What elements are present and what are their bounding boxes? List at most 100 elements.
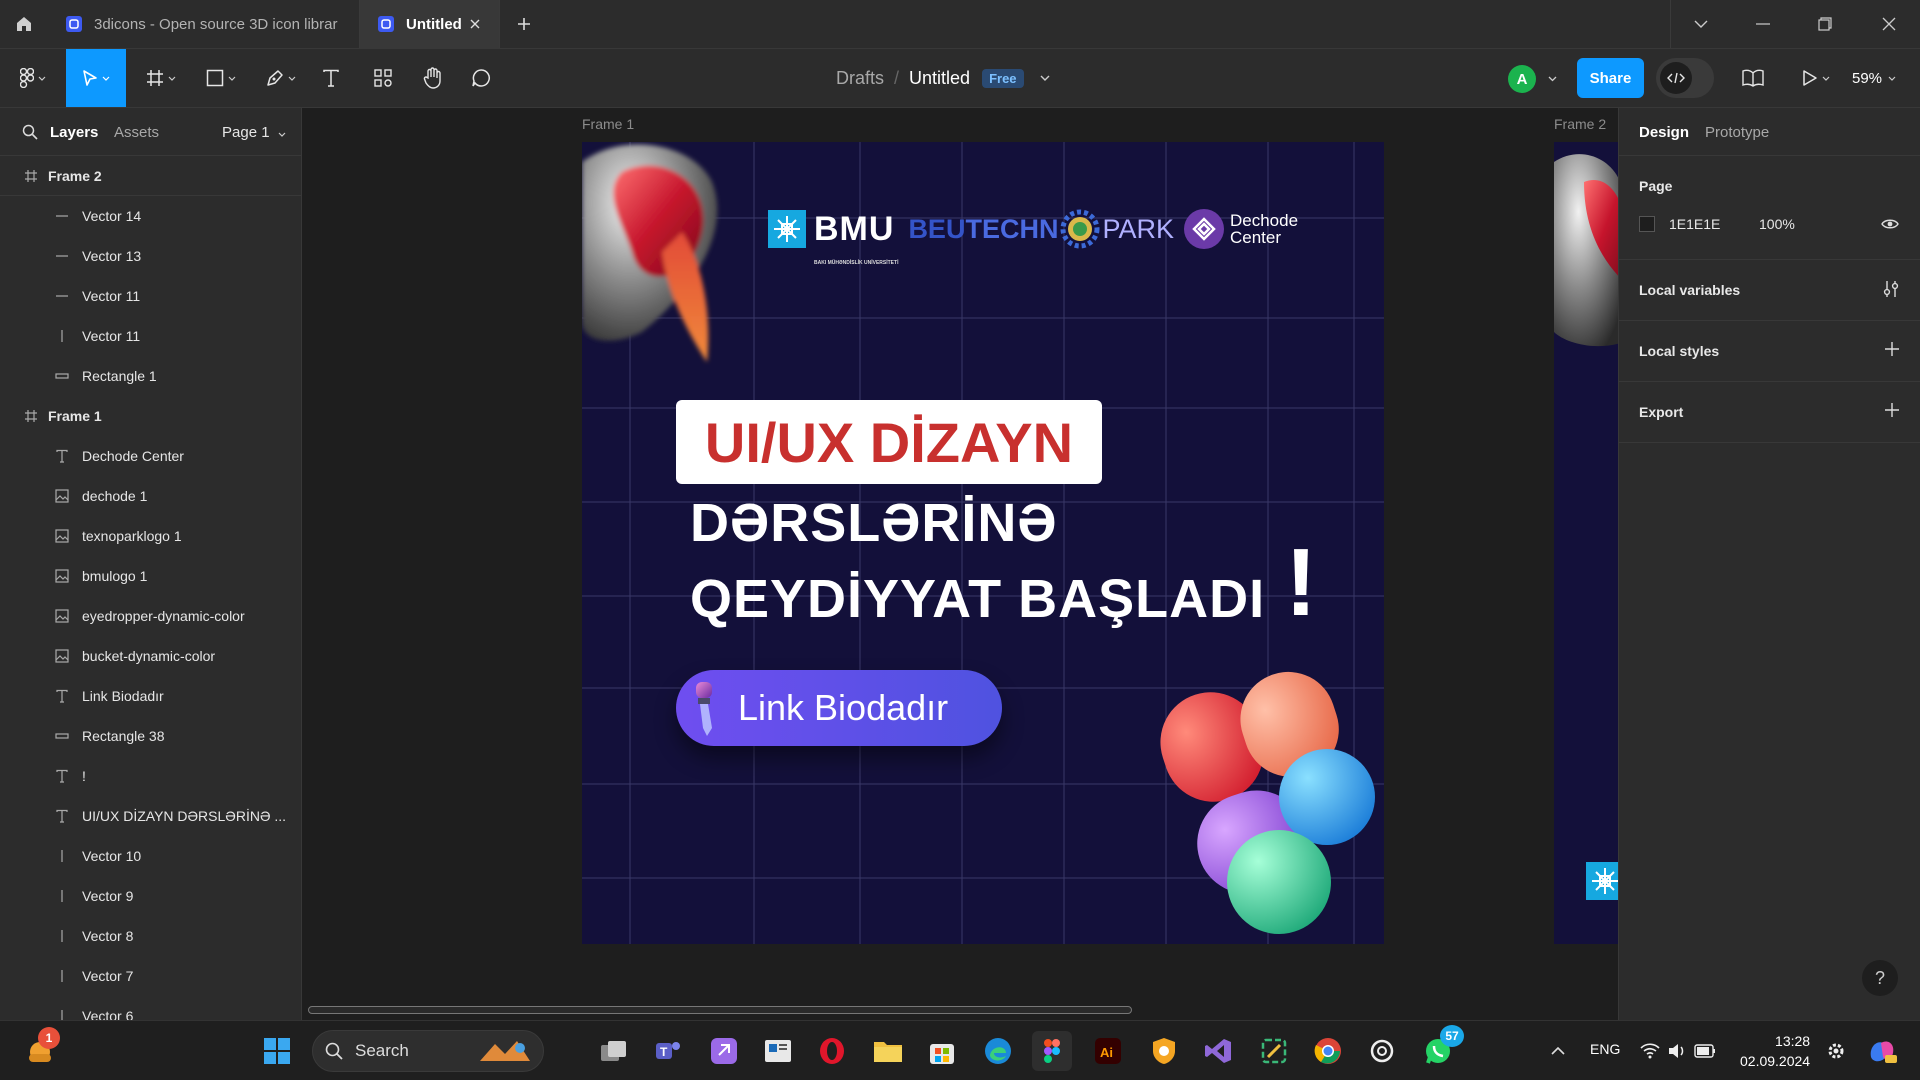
opera-app[interactable] [812, 1031, 852, 1071]
chevron-down-icon[interactable] [1548, 76, 1557, 82]
layer-row[interactable]: bmulogo 1 [0, 556, 301, 596]
layer-row[interactable]: UI/UX DİZAYN DƏRSLƏRİNƏ ... [0, 796, 301, 836]
language-indicator[interactable]: ENG [1590, 1041, 1620, 1057]
variables-settings-icon[interactable] [1882, 280, 1900, 298]
store-app[interactable] [922, 1031, 962, 1071]
frame-label[interactable]: Frame 2 [1554, 116, 1606, 132]
settings-tray-button[interactable] [1816, 1031, 1856, 1071]
openai-app[interactable] [1362, 1031, 1402, 1071]
page-color-swatch[interactable] [1639, 216, 1655, 232]
canvas[interactable]: Frame 1 Frame 2 BMU BAKI MÜHƏNDİSLİK UNİ… [302, 108, 1618, 1020]
tab-untitled[interactable]: Untitled [360, 0, 500, 48]
layer-row[interactable]: texnoparklogo 1 [0, 516, 301, 556]
task-view-button[interactable] [594, 1031, 634, 1071]
avatar[interactable]: A [1508, 65, 1536, 93]
layer-row[interactable]: Vector 7 [0, 956, 301, 996]
layer-row[interactable]: Vector 13 [0, 236, 301, 276]
layer-row[interactable]: Dechode Center [0, 436, 301, 476]
shape-tool-button[interactable] [198, 49, 244, 107]
library-button[interactable] [1738, 49, 1768, 107]
layer-row[interactable]: Vector 9 [0, 876, 301, 916]
frame-label[interactable]: Frame 1 [582, 116, 634, 132]
edge-app[interactable] [978, 1031, 1018, 1071]
page-selector[interactable]: Page 1 [222, 124, 286, 141]
layer-row[interactable]: eyedropper-dynamic-color [0, 596, 301, 636]
share-button[interactable]: Share [1577, 58, 1644, 98]
frame-1[interactable]: BMU BAKI MÜHƏNDİSLİK UNİVERSİTETİ BEU TE… [582, 142, 1384, 944]
tab-3dicons[interactable]: 3dicons - Open source 3D icon librar [48, 0, 360, 48]
local-styles-section[interactable]: Local styles [1619, 321, 1920, 382]
help-button[interactable]: ? [1862, 960, 1898, 996]
dev-mode-toggle[interactable] [1656, 58, 1714, 98]
chevron-down-icon[interactable] [1040, 75, 1050, 81]
tab-design[interactable]: Design [1639, 124, 1689, 141]
page-opacity[interactable]: 100% [1759, 216, 1795, 232]
tab-assets[interactable]: Assets [114, 124, 159, 141]
brave-app[interactable] [1144, 1031, 1184, 1071]
whatsapp-app[interactable]: 57 [1418, 1025, 1464, 1071]
horizontal-scrollbar[interactable] [308, 1006, 1132, 1014]
layer-row[interactable]: Vector 8 [0, 916, 301, 956]
news-icon [765, 1040, 791, 1062]
layer-row[interactable]: Vector 11 [0, 316, 301, 356]
new-tab-button[interactable] [512, 12, 536, 36]
layer-row[interactable]: dechode 1 [0, 476, 301, 516]
close-window-button[interactable] [1858, 0, 1920, 48]
frame-2[interactable] [1554, 142, 1618, 944]
move-tool-button[interactable] [66, 49, 126, 107]
clock[interactable]: 13:28 02.09.2024 [1740, 1031, 1810, 1071]
local-variables-section[interactable]: Local variables [1619, 260, 1920, 321]
copilot-button[interactable] [1862, 1031, 1902, 1071]
link-app[interactable] [704, 1031, 744, 1071]
widgets-button[interactable]: 1 [20, 1027, 60, 1071]
start-button[interactable] [257, 1031, 297, 1071]
layer-row[interactable]: Rectangle 1 [0, 356, 301, 396]
file-name[interactable]: Untitled [909, 68, 970, 89]
layer-row[interactable]: Rectangle 38 [0, 716, 301, 756]
news-app[interactable] [758, 1031, 798, 1071]
export-section[interactable]: Export [1619, 382, 1920, 443]
layer-name: Vector 11 [82, 288, 141, 304]
restore-button[interactable] [1794, 0, 1856, 48]
tabs-dropdown-button[interactable] [1670, 0, 1732, 48]
page-color-hex[interactable]: 1E1E1E [1669, 216, 1720, 232]
text-tool-button[interactable] [316, 49, 346, 107]
illustrator-app[interactable]: Ai [1088, 1031, 1128, 1071]
close-icon[interactable] [465, 14, 485, 34]
layer-row[interactable]: Vector 6 [0, 996, 301, 1020]
chrome-app[interactable] [1308, 1031, 1348, 1071]
search-icon[interactable] [22, 124, 38, 140]
layer-row[interactable]: bucket-dynamic-color [0, 636, 301, 676]
plus-icon[interactable] [1884, 341, 1900, 357]
snipping-tool-app[interactable] [1254, 1031, 1294, 1071]
zoom-control[interactable]: 59% [1852, 49, 1896, 107]
file-explorer-app[interactable] [868, 1031, 908, 1071]
pen-tool-button[interactable] [258, 49, 304, 107]
hand-tool-button[interactable] [418, 49, 448, 107]
breadcrumb-drafts[interactable]: Drafts [836, 68, 884, 89]
plus-icon[interactable] [1884, 402, 1900, 418]
layer-row-frame[interactable]: Frame 1 [0, 396, 301, 436]
eye-icon[interactable] [1881, 218, 1899, 230]
teams-app[interactable]: T [648, 1031, 688, 1071]
quick-settings-button[interactable] [1632, 1031, 1724, 1071]
visual-studio-app[interactable] [1198, 1031, 1238, 1071]
comment-tool-button[interactable] [466, 49, 496, 107]
minimize-button[interactable] [1732, 0, 1794, 48]
layer-row[interactable]: Link Biodadır [0, 676, 301, 716]
present-button[interactable] [1796, 49, 1836, 107]
figma-app[interactable] [1032, 1031, 1072, 1071]
resources-tool-button[interactable] [368, 49, 398, 107]
main-menu-button[interactable] [10, 49, 56, 107]
tab-layers[interactable]: Layers [50, 124, 98, 141]
tab-prototype[interactable]: Prototype [1705, 124, 1769, 141]
taskbar-search[interactable]: Search [312, 1030, 544, 1072]
home-button[interactable] [0, 0, 48, 48]
layer-row-frame[interactable]: Frame 2 [0, 156, 301, 196]
show-hidden-icons-button[interactable] [1538, 1031, 1578, 1071]
layer-row[interactable]: Vector 11 [0, 276, 301, 316]
frame-tool-button[interactable] [138, 49, 184, 107]
layer-row[interactable]: ! [0, 756, 301, 796]
layer-row[interactable]: Vector 14 [0, 196, 301, 236]
layer-row[interactable]: Vector 10 [0, 836, 301, 876]
